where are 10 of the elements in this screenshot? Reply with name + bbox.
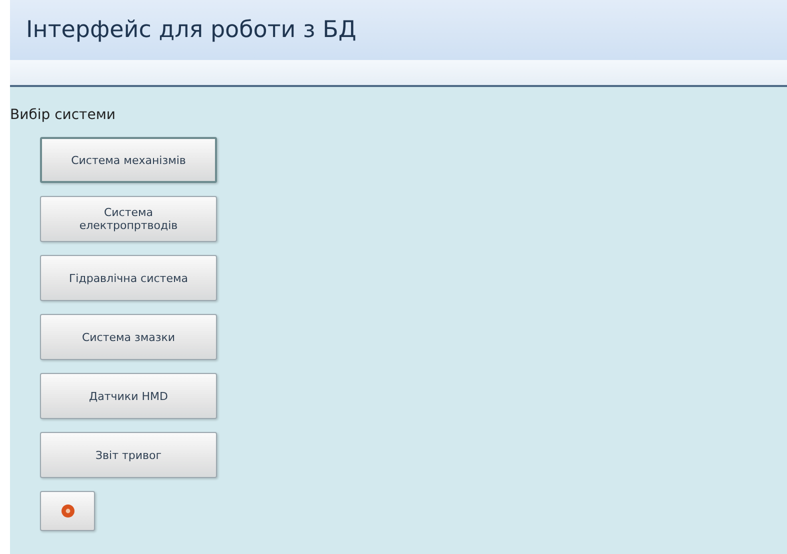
window-title: Інтерфейс для роботи з БД — [26, 17, 356, 43]
system-button[interactable]: Система механізмів — [40, 137, 217, 183]
close-button[interactable] — [40, 491, 95, 531]
system-button[interactable]: Датчики HMD — [40, 373, 217, 419]
section-label: Вибір системи — [10, 107, 116, 123]
close-icon — [60, 504, 74, 518]
system-button[interactable]: Система електропртводів — [40, 196, 217, 242]
system-button[interactable]: Звіт тривог — [40, 432, 217, 478]
system-button[interactable]: Система змазки — [40, 314, 217, 360]
system-button[interactable]: Гідравлічна система — [40, 255, 217, 301]
